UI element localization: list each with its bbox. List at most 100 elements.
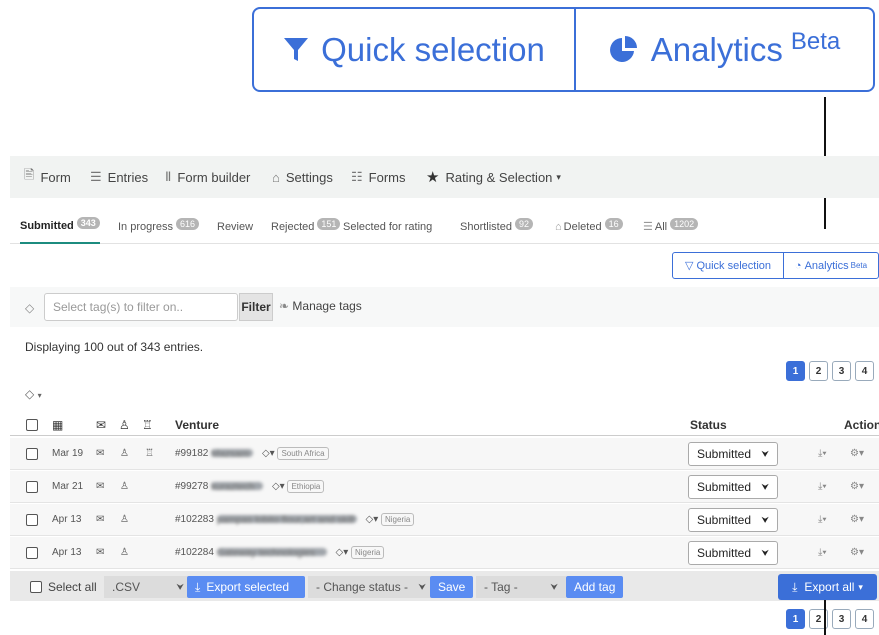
status-column-header[interactable]: Status bbox=[690, 418, 727, 432]
count-badge: 92 bbox=[514, 217, 533, 230]
chevron-down-icon: ▾ bbox=[858, 581, 863, 592]
change-status-select[interactable]: - Change status - ⮟ bbox=[308, 576, 434, 598]
page-4[interactable]: 4 bbox=[855, 361, 874, 381]
tab-review[interactable]: Review bbox=[217, 210, 253, 243]
filter-icon bbox=[284, 37, 309, 61]
quick-selection-zoom-label: Quick selection bbox=[321, 30, 545, 68]
tab-entries[interactable]: ☰ Entries bbox=[90, 156, 148, 198]
status-value: Submitted bbox=[697, 480, 752, 494]
builder-icon: Ⅱ bbox=[165, 169, 172, 184]
entry-date: Mar 19 bbox=[52, 448, 84, 459]
table-header: ▦ ✉ ♙ ♖ Venture Status Action bbox=[10, 414, 879, 436]
tab-selected-for-rating[interactable]: Selected for rating bbox=[343, 210, 432, 243]
tag-icon: ◇▾ bbox=[365, 514, 379, 525]
manage-tags-link[interactable]: ❧ Manage tags bbox=[279, 299, 362, 313]
entry-date: Apr 13 bbox=[52, 547, 82, 558]
building-icon: ♖ bbox=[142, 418, 153, 432]
download-icon[interactable]: ⤓▾ bbox=[818, 547, 827, 558]
gear-icon[interactable]: ⚙▾ bbox=[850, 481, 864, 492]
table-row[interactable]: Mar 21 ✉ ♙ #99278 kuraztech ◇▾ Ethiopia … bbox=[10, 471, 879, 503]
page-4[interactable]: 4 bbox=[855, 609, 874, 629]
analytics-button[interactable]: ◔ Analytics Beta bbox=[784, 253, 878, 278]
tab-in-progress[interactable]: In progress 616 bbox=[118, 210, 200, 243]
country-tag: Ethiopia bbox=[287, 480, 325, 493]
status-select[interactable]: Submitted ⮟ bbox=[688, 475, 778, 499]
tab-review-label: Review bbox=[217, 220, 254, 233]
tag-dropdown[interactable]: ◇ ▾ bbox=[25, 387, 42, 401]
chevron-down-icon: ⮟ bbox=[761, 481, 769, 492]
entry-id: #99182 bbox=[175, 448, 209, 459]
filter-button[interactable]: Filter bbox=[239, 293, 273, 321]
download-icon[interactable]: ⤓▾ bbox=[818, 514, 827, 525]
status-select[interactable]: Submitted ⮟ bbox=[688, 508, 778, 532]
tab-form-builder[interactable]: Ⅱ Form builder bbox=[165, 156, 250, 198]
tab-shortlisted[interactable]: Shortlisted 92 bbox=[460, 210, 533, 243]
chevron-down-icon: ⮟ bbox=[176, 581, 184, 592]
venture-column-header[interactable]: Venture bbox=[175, 418, 219, 432]
select-all[interactable]: Select all bbox=[30, 576, 97, 598]
add-tag-button[interactable]: Add tag bbox=[566, 576, 624, 598]
venture-cell[interactable]: #102284 Gateway technologies ◇▾ Nigeria bbox=[175, 546, 385, 559]
page-1[interactable]: 1 bbox=[786, 361, 805, 381]
gear-icon[interactable]: ⚙▾ bbox=[850, 448, 864, 459]
venture-name: pampas lobito flour,art and skill bbox=[216, 515, 357, 526]
select-all-checkbox[interactable] bbox=[26, 419, 38, 431]
table-row[interactable]: Apr 13 ✉ ♙ #102284 Gateway technologies … bbox=[10, 537, 879, 569]
chevron-down-icon: ⮟ bbox=[761, 514, 769, 525]
star-icon: ★ bbox=[426, 169, 440, 186]
select-all-bottom-checkbox[interactable] bbox=[30, 581, 42, 593]
tab-forms[interactable]: ☷ Forms bbox=[351, 156, 406, 198]
gear-icon[interactable]: ⚙▾ bbox=[850, 514, 864, 525]
tab-rating-selection-label: Rating & Selection bbox=[445, 169, 553, 185]
row-checkbox[interactable] bbox=[26, 514, 38, 526]
row-checkbox[interactable] bbox=[26, 448, 38, 460]
chevron-down-icon: ▾ bbox=[556, 171, 561, 182]
list-icon: ☰ bbox=[643, 221, 653, 233]
venture-cell[interactable]: #102283 pampas lobito flour,art and skil… bbox=[175, 513, 415, 526]
tab-all[interactable]: ☰ All 1202 bbox=[643, 210, 699, 243]
tab-submitted[interactable]: Submitted 343 bbox=[20, 210, 100, 244]
lock-icon: ⌂ bbox=[555, 220, 562, 233]
table-row[interactable]: Mar 19 ✉ ♙ ♖ #99182 Mazsam ◇▾ South Afri… bbox=[10, 438, 879, 470]
entry-status-tabs: Submitted 343 In progress 616 Review Rej… bbox=[10, 210, 879, 244]
main-tab-bar: 🖹 Form ☰ Entries Ⅱ Form builder ⌂ Settin… bbox=[10, 156, 879, 198]
gear-icon[interactable]: ⚙▾ bbox=[850, 547, 864, 558]
export-all-button[interactable]: ⤓ Export all ▾ bbox=[778, 574, 877, 600]
tag-filter-input[interactable]: Select tag(s) to filter on.. bbox=[44, 293, 238, 321]
country-tag: Nigeria bbox=[381, 513, 415, 526]
tab-settings[interactable]: ⌂ Settings bbox=[272, 156, 333, 198]
export-selected-button[interactable]: ⤓ Export selected bbox=[187, 576, 305, 598]
table-row[interactable]: Apr 13 ✉ ♙ #102283 pampas lobito flour,a… bbox=[10, 504, 879, 536]
quick-selection-button[interactable]: ▽ Quick selection bbox=[673, 253, 784, 278]
tab-rating-selection[interactable]: ★ Rating & Selection ▾ bbox=[426, 156, 561, 198]
user-icon: ♙ bbox=[120, 481, 129, 492]
tag-select-value: - Tag - bbox=[484, 580, 518, 594]
zoom-callout: Quick selection Analytics Beta bbox=[252, 7, 875, 92]
count-badge: 1202 bbox=[670, 217, 699, 230]
format-select[interactable]: .CSV ⮟ bbox=[104, 576, 192, 598]
venture-cell[interactable]: #99278 kuraztech ◇▾ Ethiopia bbox=[175, 480, 325, 493]
tag-icon: ◇▾ bbox=[261, 448, 275, 459]
venture-cell[interactable]: #99182 Mazsam ◇▾ South Africa bbox=[175, 447, 329, 460]
tab-form-builder-label: Form builder bbox=[177, 169, 251, 185]
status-select[interactable]: Submitted ⮟ bbox=[688, 442, 778, 466]
tag-icon: ◇ bbox=[25, 301, 35, 315]
entry-id: #102284 bbox=[175, 547, 214, 558]
form-icon: 🖹 bbox=[24, 167, 35, 182]
page-3[interactable]: 3 bbox=[832, 361, 851, 381]
tab-deleted-label: Deleted bbox=[563, 220, 602, 233]
row-checkbox[interactable] bbox=[26, 547, 38, 559]
status-select[interactable]: Submitted ⮟ bbox=[688, 541, 778, 565]
page-1[interactable]: 1 bbox=[786, 609, 805, 629]
tab-submitted-label: Submitted bbox=[20, 220, 74, 232]
tab-form[interactable]: 🖹 Form bbox=[24, 156, 71, 198]
download-icon[interactable]: ⤓▾ bbox=[818, 448, 827, 459]
row-checkbox[interactable] bbox=[26, 481, 38, 493]
page-3[interactable]: 3 bbox=[832, 609, 851, 629]
save-button[interactable]: Save bbox=[430, 576, 474, 598]
page-2[interactable]: 2 bbox=[809, 361, 828, 381]
tab-deleted[interactable]: ⌂ Deleted 16 bbox=[555, 210, 623, 243]
download-icon[interactable]: ⤓▾ bbox=[818, 481, 827, 492]
tag-select[interactable]: - Tag - ⮟ bbox=[476, 576, 566, 598]
tab-rejected[interactable]: Rejected 151 bbox=[271, 210, 341, 243]
